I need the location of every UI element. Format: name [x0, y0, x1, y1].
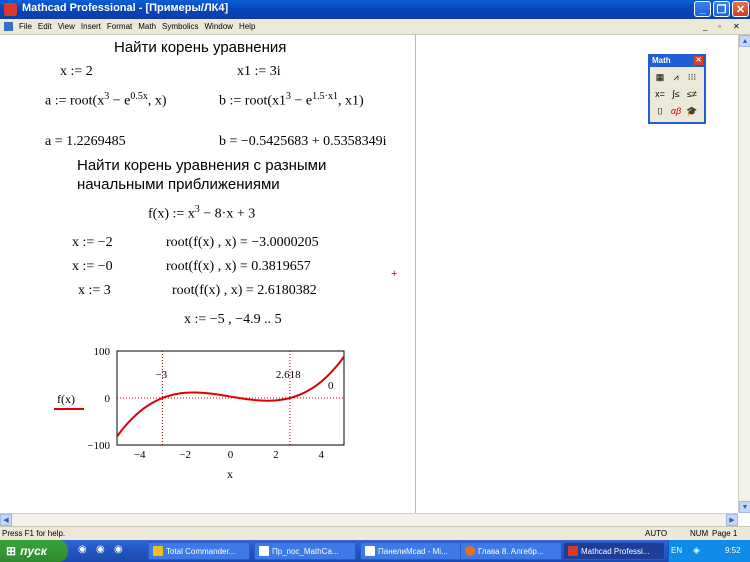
y-tick-label: 0	[105, 393, 111, 405]
zero-marker-label: 0	[328, 380, 334, 392]
y-tick-label: 100	[94, 346, 111, 358]
task-panels-mcad[interactable]: ПанелиMcad - Mi...	[360, 542, 462, 560]
boolean-toolbar-button[interactable]: ≤≠	[685, 87, 699, 101]
symbolic-toolbar-button[interactable]: 🎓	[685, 104, 699, 118]
x-tick-label: 4	[319, 449, 325, 461]
status-help-text: Press F1 for help.	[2, 529, 66, 538]
total-commander-icon	[153, 546, 163, 556]
scroll-right-icon[interactable]: ▶	[726, 514, 738, 526]
mathcad-icon	[568, 546, 578, 556]
root-marker-label: 2.618	[276, 369, 301, 381]
plot-layer: 0 −3 2.618 100 0 −100 −4 −2 0 2 4	[87, 346, 345, 461]
greek-toolbar-button[interactable]: αβ	[669, 104, 683, 118]
quicklaunch-desktop-icon[interactable]: ◉	[78, 544, 87, 555]
quicklaunch-browser-icon[interactable]: ◉	[96, 544, 105, 555]
clock: 9:52	[725, 546, 741, 555]
x-axis-label: x	[227, 467, 233, 481]
legend-swatch	[54, 408, 84, 410]
firefox-icon	[465, 546, 475, 556]
status-calc-mode: AUTO	[645, 529, 668, 538]
start-button[interactable]: ⊞ пуск	[0, 540, 68, 562]
language-indicator[interactable]: EN	[671, 546, 682, 555]
programming-toolbar-button[interactable]: ⌷	[653, 104, 667, 118]
x-tick-label: −4	[134, 449, 146, 461]
evaluation-toolbar-button[interactable]: x=	[653, 87, 667, 101]
f-x-trace	[116, 356, 345, 438]
math-palette[interactable]: Math ✕ ▦ ⩘ ⁝⁝⁝ x= ∫≤ ≤≠ ⌷ αβ 🎓	[648, 54, 706, 124]
status-num-lock: NUM	[690, 529, 709, 538]
task-word-doc[interactable]: Пр_пос_MathCa...	[254, 542, 356, 560]
task-total-commander[interactable]: Total Commander...	[148, 542, 250, 560]
scroll-left-icon[interactable]: ◀	[0, 514, 12, 526]
task-label: Total Commander...	[166, 546, 236, 556]
word-doc-icon	[259, 546, 269, 556]
task-label: Mathcad Professi...	[581, 546, 650, 556]
tray-network-icon[interactable]: ◈	[693, 545, 700, 556]
task-label: ПанелиMcad - Mi...	[378, 546, 448, 556]
windows-logo-icon: ⊞	[6, 544, 17, 558]
scroll-up-icon[interactable]: ▲	[739, 35, 750, 47]
system-tray: EN ◈ 9:52	[668, 540, 750, 562]
palette-close-icon[interactable]: ✕	[694, 56, 703, 65]
start-label: пуск	[20, 544, 47, 558]
task-label: Пр_пос_MathCa...	[272, 546, 339, 556]
palette-title: Math	[652, 56, 671, 65]
status-bar: Press F1 for help. AUTO NUM Page 1	[0, 526, 750, 541]
taskbar: ⊞ пуск ◉ ◉ ◉ Total Commander... Пр_пос_M…	[0, 540, 750, 562]
task-mathcad[interactable]: Mathcad Professi...	[563, 542, 665, 560]
xy-plot[interactable]: 0 −3 2.618 100 0 −100 −4 −2 0 2 4	[0, 0, 750, 562]
scroll-down-icon[interactable]: ▼	[739, 501, 750, 513]
task-label: Глава 8. Алгебр...	[478, 546, 544, 556]
calculus-toolbar-button[interactable]: ∫≤	[669, 87, 683, 101]
task-chapter-8[interactable]: Глава 8. Алгебр...	[460, 542, 562, 560]
calculator-toolbar-button[interactable]: ▦	[653, 70, 667, 84]
quicklaunch-media-icon[interactable]: ◉	[114, 544, 123, 555]
x-tick-label: −2	[179, 449, 191, 461]
x-tick-label: 2	[273, 449, 279, 461]
y-tick-label: −100	[87, 440, 110, 452]
vertical-scrollbar[interactable]: ▲ ▼	[738, 35, 750, 513]
horizontal-scrollbar[interactable]: ◀ ▶	[0, 513, 738, 526]
graph-toolbar-button[interactable]: ⩘	[669, 70, 683, 84]
x-tick-label: 0	[228, 449, 234, 461]
word-doc-icon	[365, 546, 375, 556]
legend-label: f(x)	[57, 392, 75, 406]
root-marker-label: −3	[155, 369, 167, 381]
matrix-toolbar-button[interactable]: ⁝⁝⁝	[685, 70, 699, 84]
status-page: Page 1	[712, 529, 738, 538]
palette-title-bar: Math ✕	[650, 56, 704, 67]
